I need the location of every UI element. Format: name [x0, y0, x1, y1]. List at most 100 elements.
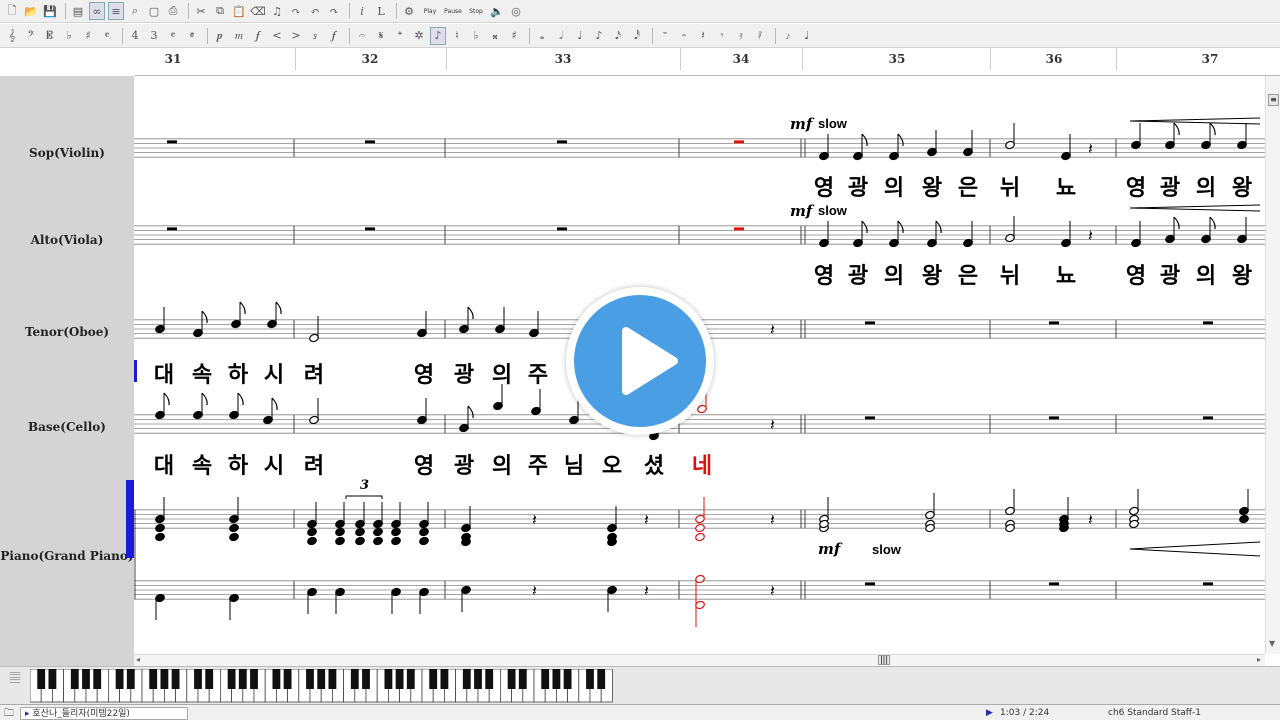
eighth-note-icon[interactable]: ♪: [591, 27, 607, 45]
fermata-icon[interactable]: 𝄐: [354, 27, 370, 45]
open-file-icon[interactable]: 📂: [23, 2, 39, 20]
paste-icon[interactable]: 📋: [231, 2, 247, 20]
key-signature-icon[interactable]: ♭: [61, 27, 77, 45]
measure-number[interactable]: 35: [889, 52, 906, 66]
italic-text-icon[interactable]: 𝑖: [354, 2, 370, 20]
quarter-rest-icon[interactable]: 𝄽: [695, 27, 711, 45]
measure-number[interactable]: 36: [1046, 52, 1063, 66]
measure-number[interactable]: 33: [555, 52, 572, 66]
lyrics-tool-icon[interactable]: L: [373, 2, 389, 20]
print-icon[interactable]: ⎙: [165, 2, 181, 20]
glasses-view-icon[interactable]: ∞: [89, 2, 105, 20]
cut-time-icon[interactable]: 𝄵: [184, 27, 200, 45]
horizontal-scrollbar[interactable]: ◂ ||| ▸: [134, 654, 1265, 666]
playback-setting-icon[interactable]: ⚙: [401, 2, 417, 20]
decrescendo-icon[interactable]: >: [288, 27, 304, 45]
clear-icon[interactable]: ⌫: [250, 2, 266, 20]
instrument-name-alto[interactable]: Alto(Viola): [0, 233, 134, 247]
grace-note-icon[interactable]: 𝆔: [780, 27, 796, 45]
volume-icon[interactable]: 🔈: [489, 2, 505, 20]
measure-number[interactable]: 31: [165, 52, 182, 66]
lyric-syllable: 셨: [644, 454, 664, 479]
key-signature-sharp-icon[interactable]: ♯: [80, 27, 96, 45]
time-signature-icon[interactable]: 𝄴: [99, 27, 115, 45]
instrument-name-soprano[interactable]: Sop(Violin): [0, 146, 134, 160]
redo-icon[interactable]: ↷: [326, 2, 342, 20]
dynamics-pp-icon[interactable]: 𝆏: [212, 27, 228, 45]
zoom-icon[interactable]: ⌕: [127, 2, 143, 20]
scroll-thumb-vertical[interactable]: ≡: [1268, 94, 1279, 106]
save-icon[interactable]: 💾: [42, 2, 58, 20]
instrument-name-bass[interactable]: Base(Cello): [0, 420, 134, 434]
lyric-syllable: 영: [1126, 176, 1146, 201]
scroll-thumb-horizontal[interactable]: |||: [878, 655, 890, 665]
half-rest-icon[interactable]: 𝄼: [676, 27, 692, 45]
instrument-name-tenor[interactable]: Tenor(Oboe): [0, 325, 134, 339]
scroll-down-arrow[interactable]: ▼: [1269, 639, 1275, 648]
eighth-rest-icon[interactable]: 𝄾: [714, 27, 730, 45]
bass-clef-icon[interactable]: 𝄢: [23, 27, 39, 45]
flat-icon[interactable]: ♭: [468, 27, 484, 45]
dynamics-mf-icon[interactable]: 𝆑: [250, 27, 266, 45]
piano-keys[interactable]: [30, 669, 630, 703]
dotted-note-icon[interactable]: ♩: [799, 27, 815, 45]
redo-icon[interactable]: ↷: [288, 2, 304, 20]
vertical-scrollbar[interactable]: ≡ ▼: [1265, 76, 1280, 654]
sixteenth-rest-icon[interactable]: 𝄿: [733, 27, 749, 45]
page-view-icon[interactable]: ▤: [70, 2, 86, 20]
thirty-second-rest-icon[interactable]: 𝅀: [752, 27, 768, 45]
scroll-left-arrow[interactable]: ◂: [136, 655, 140, 664]
quarter-rest: 𝄽: [1088, 139, 1093, 158]
instrument-name-piano[interactable]: Piano(Grand Piano): [0, 549, 134, 563]
note-color-icon[interactable]: ♪: [430, 26, 446, 45]
lyric-syllable: 의: [492, 363, 512, 388]
whole-rest: [1203, 582, 1213, 586]
keyboard-settings-icon[interactable]: 𝄚: [6, 671, 24, 701]
treble-clef-icon[interactable]: 𝄞: [4, 27, 20, 45]
double-sharp-icon[interactable]: 𝄪: [487, 27, 503, 45]
new-file-icon[interactable]: 🗋: [4, 2, 20, 20]
crescendo-hairpin-piano: [1129, 541, 1261, 557]
thirty-second-note-icon[interactable]: 𝅘𝅥𝅰: [629, 27, 645, 45]
tempo-slow-soprano: slow: [818, 116, 848, 131]
whole-rest: [1049, 321, 1059, 325]
file-tab[interactable]: ▸ 호산나_들리자(미템22일): [20, 707, 188, 720]
sforzando-icon[interactable]: 𝆍: [307, 27, 323, 45]
natural-icon[interactable]: ♮: [449, 27, 465, 45]
metronome-icon[interactable]: ◎: [508, 2, 524, 20]
video-play-button[interactable]: [566, 287, 714, 435]
coda-icon[interactable]: 𝄌: [392, 27, 408, 45]
scroll-right-arrow[interactable]: ▸: [1257, 655, 1261, 664]
cut-icon[interactable]: ✂: [193, 2, 209, 20]
undo-icon[interactable]: ↶: [307, 2, 323, 20]
half-note-icon[interactable]: 𝅗𝅥: [553, 27, 569, 45]
folder-icon[interactable]: 🗀: [4, 707, 18, 720]
segno-icon[interactable]: 𝄋: [373, 27, 389, 45]
measure-number[interactable]: 37: [1202, 52, 1219, 66]
dynamics-mp-icon[interactable]: 𝆐: [231, 27, 247, 45]
fortissimo-icon[interactable]: 𝆑: [326, 27, 342, 45]
pause-button[interactable]: Pause: [443, 2, 463, 20]
stop-button[interactable]: Stop: [466, 2, 486, 20]
alto-clef-icon[interactable]: 𝄡: [42, 27, 58, 45]
staff-view-icon[interactable]: ≡: [108, 2, 124, 20]
quarter-note-icon[interactable]: ♩: [572, 27, 588, 45]
time-4-4-icon[interactable]: 4: [127, 27, 143, 45]
preview-icon[interactable]: ▢: [146, 2, 162, 20]
copy-icon[interactable]: ⧉: [212, 2, 228, 20]
common-time-icon[interactable]: 𝄴: [165, 27, 181, 45]
dynamic-mf-soprano: mf: [790, 115, 815, 133]
piano-black-key: [462, 669, 471, 689]
crescendo-icon[interactable]: <: [269, 27, 285, 45]
sixteenth-note-icon[interactable]: 𝅘𝅥𝅯: [610, 27, 626, 45]
note-input-icon[interactable]: ♫: [269, 2, 285, 20]
measure-number[interactable]: 32: [362, 52, 379, 66]
whole-note-icon[interactable]: 𝅝: [534, 27, 550, 45]
time-3-4-icon[interactable]: 3: [146, 27, 162, 45]
play-button[interactable]: Play: [420, 2, 440, 20]
note-head: [229, 532, 239, 542]
pedal-icon[interactable]: ✲: [411, 27, 427, 45]
whole-rest-icon[interactable]: 𝄻: [657, 27, 673, 45]
sharp-icon[interactable]: ♯: [506, 27, 522, 45]
measure-number[interactable]: 34: [733, 52, 750, 66]
